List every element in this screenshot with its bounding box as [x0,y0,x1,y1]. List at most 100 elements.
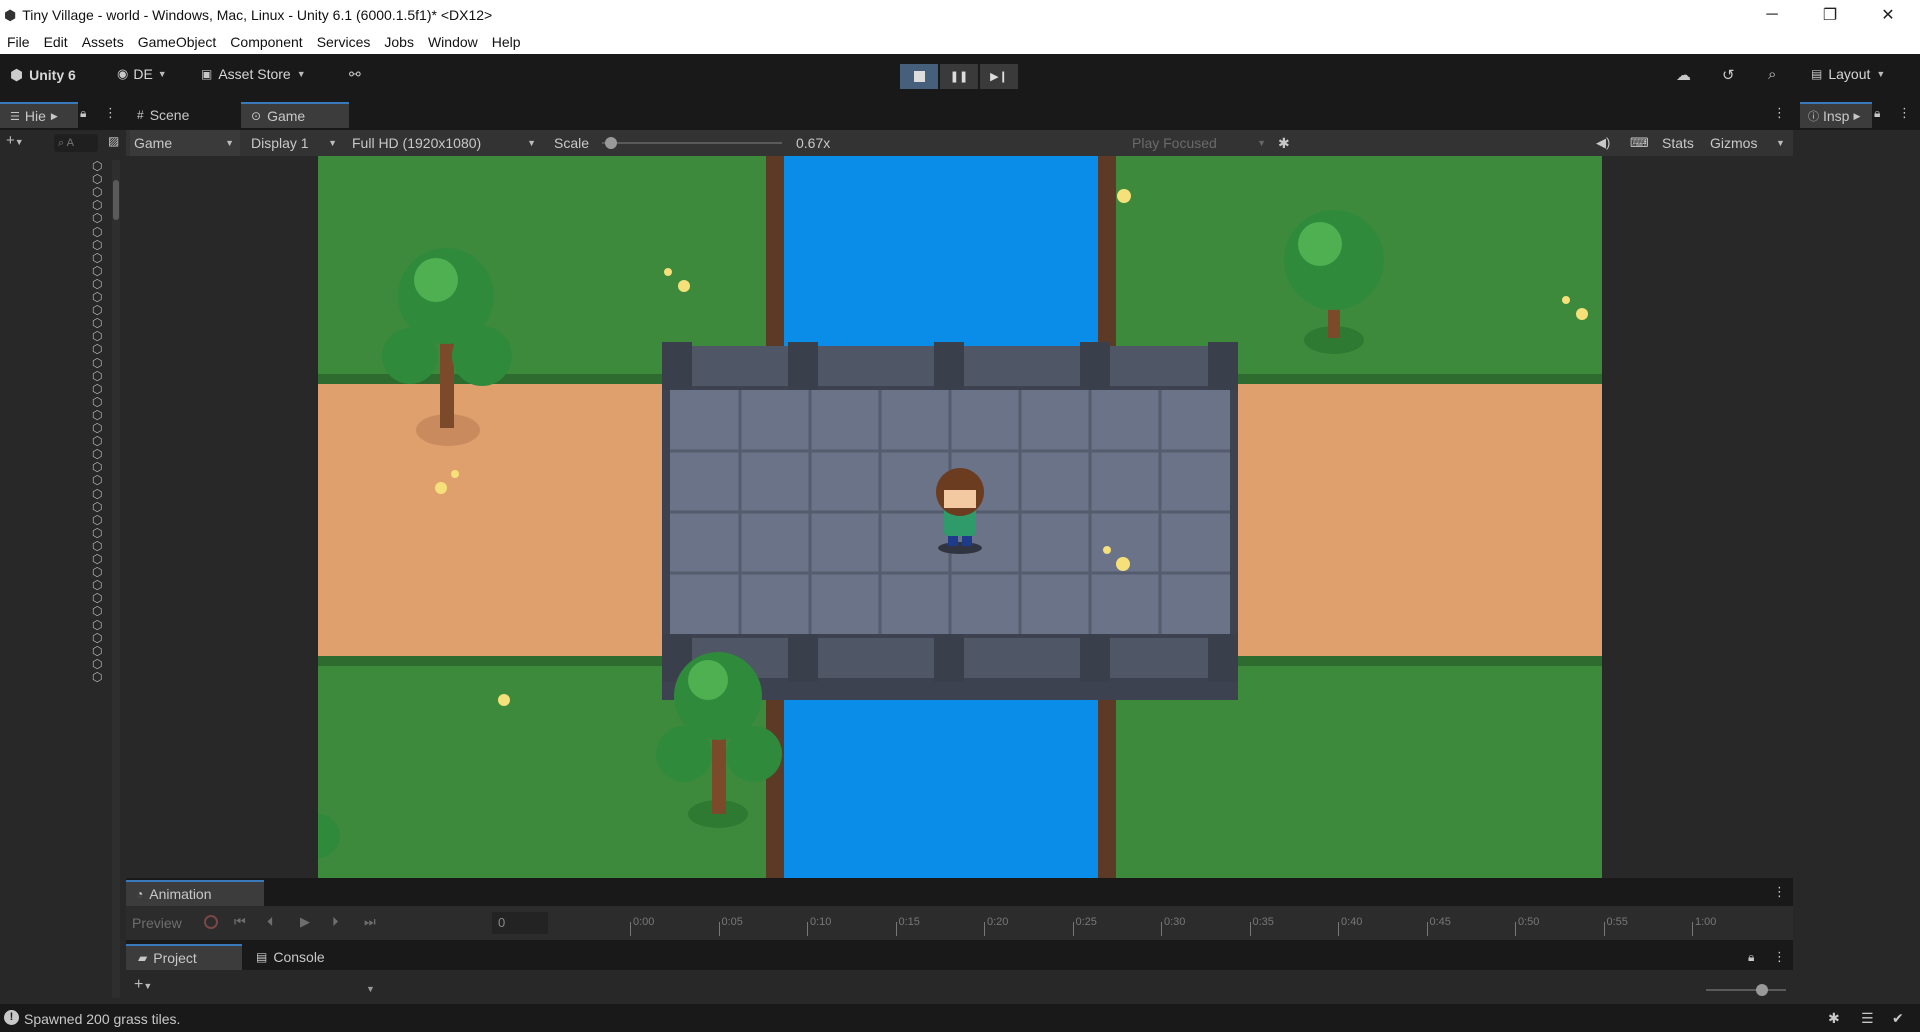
tab-animation[interactable]: ◔ Animation [126,880,264,906]
more-options-icon[interactable]: ⋮ [1773,949,1786,965]
gameobject-icon[interactable]: ⬡ [92,304,108,317]
hierarchy-scrollbar[interactable] [112,160,120,998]
menu-edit[interactable]: Edit [37,34,75,50]
more-options-icon[interactable]: ⋮ [104,105,117,121]
asset-store-dropdown[interactable]: ▣ Asset Store ▼ [201,66,306,82]
menu-gameobject[interactable]: GameObject [131,34,224,50]
gameobject-icon[interactable]: ⬡ [92,356,108,370]
layout-dropdown[interactable]: ▤ Layout ▼ [1811,66,1885,82]
gameobject-icon[interactable]: ⬡ [92,631,108,645]
gameobject-icon[interactable]: ⬡ [92,369,108,383]
check-icon[interactable]: ✔ [1892,1010,1904,1027]
gameobject-icon[interactable]: ⬡ [92,395,108,409]
tab-scene[interactable]: # Scene [137,102,237,128]
maximize-button[interactable]: ❐ [1801,0,1859,30]
gameobject-icon[interactable]: ⬡ [92,251,108,265]
version-control-icon[interactable]: ⚯ [349,66,361,83]
more-options-icon[interactable]: ⋮ [1773,105,1786,121]
menu-window[interactable]: Window [421,34,485,50]
gameobject-icon[interactable]: ⬡ [92,644,108,658]
stop-button[interactable] [900,64,938,89]
scrollbar-thumb[interactable] [113,180,119,220]
audio-icon[interactable]: ◀) [1596,130,1610,156]
gameobject-icon[interactable]: ⬡ [92,408,108,422]
scale-slider-thumb[interactable] [605,137,617,149]
gameobject-icon[interactable]: ⬡ [92,238,108,252]
add-asset-button[interactable]: +▼ [134,976,152,994]
history-icon[interactable]: ↺ [1722,66,1735,84]
gameobject-icon[interactable]: ⬡ [92,291,108,304]
debug-off-icon[interactable]: ✱ [1828,1010,1840,1027]
zoom-slider-thumb[interactable] [1756,984,1768,996]
gameobject-icon[interactable]: ⬡ [92,225,108,239]
gameobject-icon[interactable]: ⬡ [92,513,108,527]
record-icon[interactable] [204,915,218,929]
timeline-ruler[interactable]: 0:00 0:05 0:10 0:15 0:20 0:25 0:30 0:35 0:40 0:45… [0,0,1920,936]
gameobject-icon[interactable]: ⬡ [92,474,108,487]
lock-icon[interactable]: 🔒︎ [1748,950,1754,965]
gameobject-icon[interactable]: ⬡ [92,264,108,278]
prev-key-icon[interactable]: ⏴ [267,914,274,930]
keyboard-icon[interactable]: ⌨ [1630,130,1649,156]
menu-help[interactable]: Help [485,34,528,50]
hierarchy-search-input[interactable]: ⌕ A [54,134,98,152]
tab-inspector[interactable]: ⓘ Insp ▶ [1800,102,1872,128]
status-message[interactable]: Spawned 200 grass tiles. [24,1011,180,1027]
resolution-dropdown[interactable]: Full HD (1920x1080) ▼ [346,130,542,156]
chevron-down-icon[interactable]: ▼ [1776,130,1785,156]
zoom-slider[interactable] [1706,984,1786,996]
gameobject-icon[interactable]: ⬡ [92,330,108,343]
gameobject-icon[interactable]: ⬡ [92,579,108,592]
more-options-icon[interactable]: ⋮ [1898,105,1911,121]
next-key-icon[interactable]: ⏵ [332,914,339,930]
gameobject-icon[interactable]: ⬡ [92,487,108,501]
bug-icon[interactable]: ✱ [1278,130,1290,156]
menu-services[interactable]: Services [310,34,378,50]
gameobject-icon[interactable]: ⬡ [92,657,108,671]
scene-filter-icon[interactable]: ▨ [108,134,119,148]
gameobject-icon[interactable]: ⬡ [92,199,108,212]
scale-slider-track[interactable] [602,137,782,149]
layers-icon[interactable]: ☰ [1861,1010,1874,1027]
gameobject-icon[interactable]: ⬡ [92,553,108,566]
gameobject-icon[interactable]: ⬡ [92,435,108,448]
gameobject-icon[interactable]: ⬡ [92,500,108,514]
frame-field[interactable]: 0 [492,912,548,934]
tab-project[interactable]: ▰ Project [126,944,242,970]
gameobject-icon[interactable]: ⬡ [92,448,108,461]
add-icon[interactable]: +▼ [6,132,24,149]
gameobject-icon[interactable]: ⬡ [92,566,108,579]
tab-game[interactable]: ⊙ Game [241,102,349,128]
gizmos-button[interactable]: Gizmos [1710,130,1757,156]
game-mode-dropdown[interactable]: Game ▼ [130,130,240,156]
unity-home-button[interactable]: ⬢ Unity 6 [10,66,76,84]
account-dropdown[interactable]: ◉ DE ▼ [117,66,167,82]
step-button[interactable]: ▶❙ [980,64,1018,89]
preview-button[interactable]: Preview [132,915,182,931]
menu-jobs[interactable]: Jobs [377,34,421,50]
gameobject-icon[interactable]: ⬡ [92,382,108,396]
play-focused-dropdown[interactable]: Play Focused ▼ [1132,130,1272,156]
gameobject-icon[interactable]: ⬡ [92,539,108,553]
play-icon[interactable]: ▶ [300,914,310,930]
pause-button[interactable]: ❚❚ [940,64,978,89]
more-options-icon[interactable]: ⋮ [1773,884,1786,900]
gameobject-icon[interactable]: ⬡ [92,618,108,632]
minimize-button[interactable]: ─ [1743,0,1801,30]
first-key-icon[interactable]: ⏮ [234,914,246,930]
gameobject-icon[interactable]: ⬡ [92,186,108,199]
gameobject-icon[interactable]: ⬡ [92,212,108,225]
menu-file[interactable]: File [0,34,37,50]
cloud-icon[interactable]: ☁ [1676,66,1691,84]
gameobject-icon[interactable]: ⬡ [92,605,108,618]
gameobject-icon[interactable]: ⬡ [92,526,108,540]
lock-icon[interactable]: 🔒︎ [80,106,86,121]
gameobject-icon[interactable]: ⬡ [92,422,108,435]
chevron-down-icon[interactable]: ▼ [366,984,375,994]
menu-assets[interactable]: Assets [75,34,131,50]
tab-hierarchy[interactable]: ☰ Hie ▶ [0,102,78,128]
gameobject-icon[interactable]: ⬡ [92,173,108,186]
lock-icon[interactable]: 🔒︎ [1874,106,1880,121]
close-button[interactable]: ✕ [1859,0,1917,30]
menu-component[interactable]: Component [223,34,309,50]
